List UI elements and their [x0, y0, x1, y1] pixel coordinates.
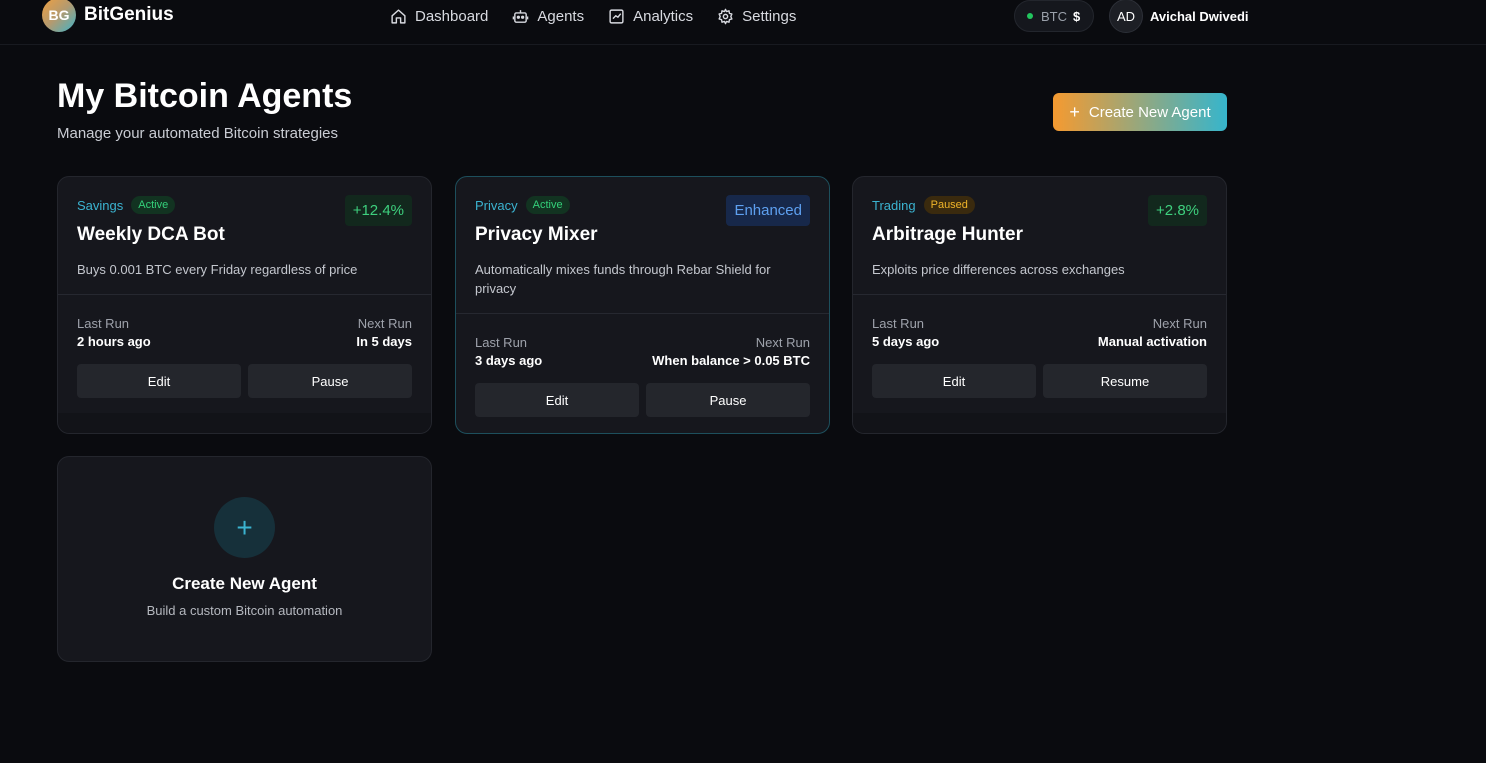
agent-card-privacy-mixer[interactable]: Privacy Active Enhanced Privacy Mixer Au…	[455, 176, 830, 434]
avatar: AD	[1109, 0, 1143, 33]
edit-button[interactable]: Edit	[77, 364, 241, 398]
next-run-value: In 5 days	[356, 334, 412, 349]
top-navigation-bar: BG BitGenius Dashboard Agents Analytics …	[0, 0, 1486, 45]
last-run-label: Last Run	[77, 316, 130, 331]
plus-icon: +	[214, 497, 275, 558]
next-run-label: Next Run	[755, 335, 810, 350]
agent-card-weekly-dca[interactable]: Savings Active +12.4% Weekly DCA Bot Buy…	[57, 176, 432, 434]
nav-item-agents[interactable]: Agents	[512, 8, 584, 25]
agent-description: Automatically mixes funds through Rebar …	[475, 262, 771, 296]
next-run-value: When balance > 0.05 BTC	[652, 353, 810, 368]
create-new-agent-card[interactable]: + Create New Agent Build a custom Bitcoi…	[57, 456, 432, 662]
brand-name: BitGenius	[84, 4, 174, 25]
last-run-value: 2 hours ago	[77, 334, 151, 349]
chart-icon	[609, 8, 624, 24]
page-subtitle: Manage your automated Bitcoin strategies	[57, 125, 338, 142]
last-run-value: 5 days ago	[872, 334, 940, 349]
agent-description: Exploits price differences across exchan…	[872, 262, 1125, 277]
nav-item-analytics[interactable]: Analytics	[608, 8, 693, 25]
status-badge: Active	[525, 196, 570, 214]
user-menu[interactable]: AD Avichal Dwivedi	[1109, 0, 1249, 33]
create-new-agent-button[interactable]: + Create New Agent	[1053, 93, 1227, 131]
performance-badge: +2.8%	[1148, 195, 1207, 226]
last-run-label: Last Run	[872, 316, 925, 331]
agent-name: Weekly DCA Bot	[77, 224, 225, 245]
page-title: My Bitcoin Agents	[57, 77, 353, 115]
status-badge: Active	[131, 196, 176, 214]
nav-label: Agents	[537, 7, 585, 25]
btc-label: BTC	[1041, 8, 1067, 24]
main-nav: Dashboard Agents Analytics Settings	[390, 5, 820, 27]
nav-label: Settings	[742, 7, 797, 25]
nav-item-settings[interactable]: Settings	[717, 8, 796, 25]
status-badge: Paused	[923, 196, 975, 214]
plus-icon: +	[1069, 102, 1080, 122]
agent-card-arbitrage-hunter[interactable]: Trading Paused +2.8% Arbitrage Hunter Ex…	[852, 176, 1227, 434]
performance-badge: Enhanced	[726, 195, 810, 226]
agent-name: Arbitrage Hunter	[872, 224, 1023, 245]
edit-button[interactable]: Edit	[475, 383, 639, 417]
create-button-label: Create New Agent	[1088, 103, 1211, 121]
user-name: Avichal Dwivedi	[1150, 8, 1249, 24]
next-run-value: Manual activation	[1097, 334, 1207, 349]
btc-price-pill[interactable]: BTC $	[1014, 0, 1094, 32]
home-icon	[391, 8, 406, 24]
agent-category: Savings	[77, 197, 124, 213]
next-run-label: Next Run	[357, 316, 412, 331]
last-run-label: Last Run	[475, 335, 528, 350]
nav-item-dashboard[interactable]: Dashboard	[390, 8, 488, 25]
next-run-label: Next Run	[1152, 316, 1207, 331]
nav-label: Analytics	[633, 7, 694, 25]
create-card-title: Create New Agent	[172, 574, 317, 593]
card-footer	[58, 413, 431, 433]
last-run-value: 3 days ago	[475, 353, 543, 368]
status-dot	[1027, 13, 1033, 19]
logo: BG	[42, 0, 76, 32]
agent-category: Trading	[872, 197, 916, 213]
robot-icon	[513, 9, 529, 23]
edit-button[interactable]: Edit	[872, 364, 1036, 398]
create-card-subtitle: Build a custom Bitcoin automation	[146, 603, 343, 618]
agent-category: Privacy	[475, 197, 518, 213]
agent-name: Privacy Mixer	[475, 224, 598, 245]
card-footer	[853, 413, 1226, 433]
agent-description: Buys 0.001 BTC every Friday regardless o…	[77, 262, 358, 277]
btc-price: $	[1073, 8, 1081, 24]
gear-icon	[718, 8, 733, 24]
nav-label: Dashboard	[415, 7, 489, 25]
pause-button[interactable]: Pause	[248, 364, 412, 398]
performance-badge: +12.4%	[344, 195, 412, 226]
pause-button[interactable]: Pause	[646, 383, 810, 417]
resume-button[interactable]: Resume	[1043, 364, 1207, 398]
brand[interactable]: BG BitGenius	[42, 0, 174, 32]
